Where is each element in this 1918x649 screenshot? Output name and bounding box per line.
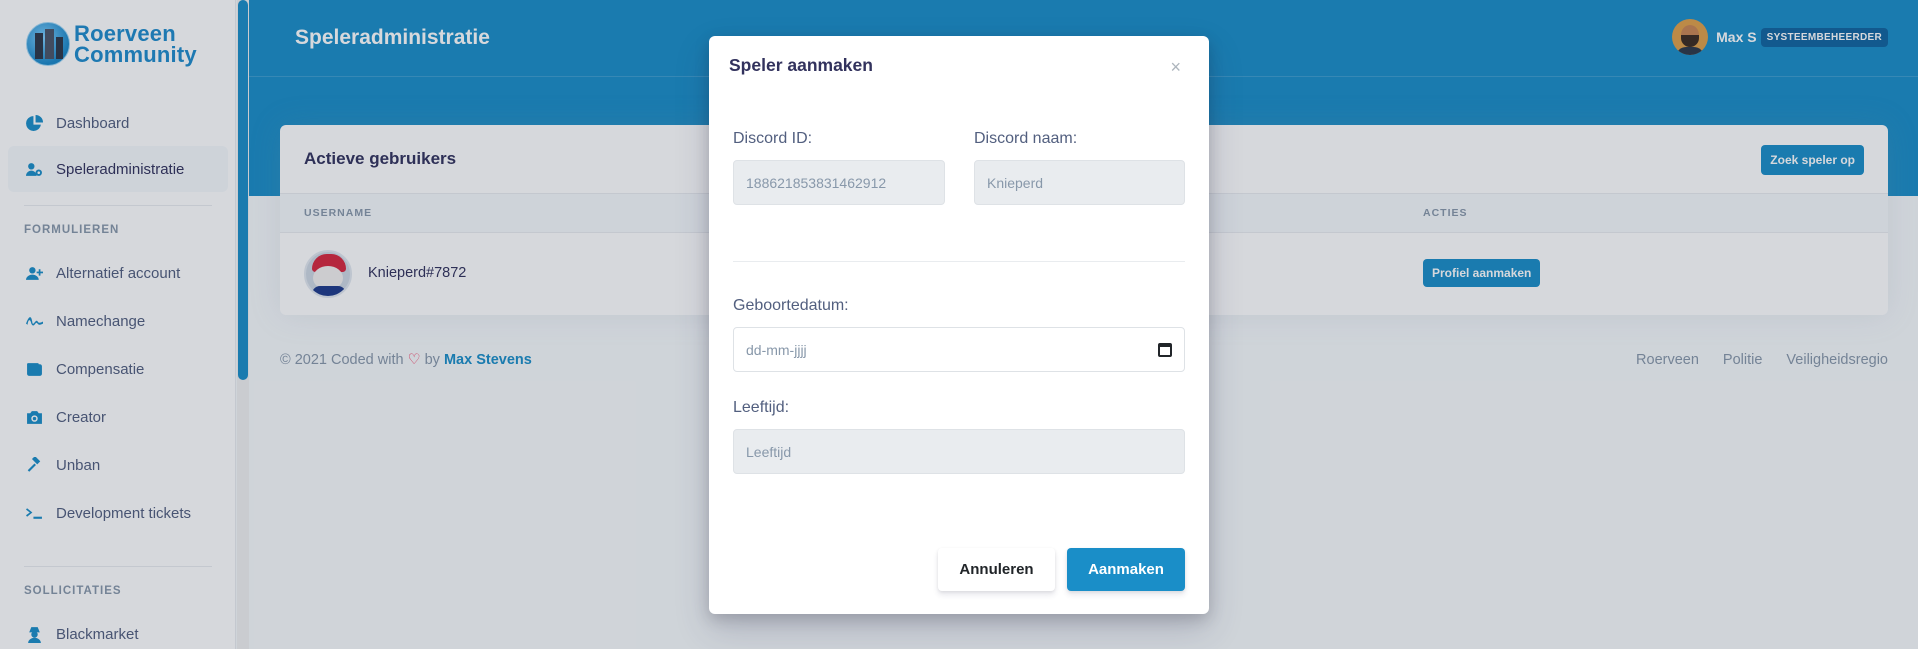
- discord-name-label: Discord naam:: [974, 130, 1078, 147]
- age-label: Leeftijd:: [733, 399, 790, 416]
- close-icon[interactable]: ×: [1170, 58, 1181, 76]
- modal-title: Speler aanmaken: [729, 55, 873, 75]
- discord-name-field: Knieperd: [974, 160, 1185, 205]
- birthdate-placeholder: dd-mm-jjjj: [746, 341, 807, 358]
- create-button[interactable]: Aanmaken: [1067, 548, 1185, 591]
- cancel-button[interactable]: Annuleren: [938, 548, 1055, 591]
- birthdate-input[interactable]: dd-mm-jjjj: [733, 327, 1185, 372]
- discord-id-label: Discord ID:: [733, 130, 813, 147]
- calendar-icon[interactable]: [1158, 342, 1172, 357]
- birthdate-label: Geboortedatum:: [733, 297, 849, 314]
- age-field: Leeftijd: [733, 429, 1185, 474]
- discord-id-field: 188621853831462912: [733, 160, 945, 205]
- create-player-modal: Speler aanmaken × Discord ID: 1886218538…: [709, 36, 1209, 614]
- modal-divider: [733, 261, 1185, 262]
